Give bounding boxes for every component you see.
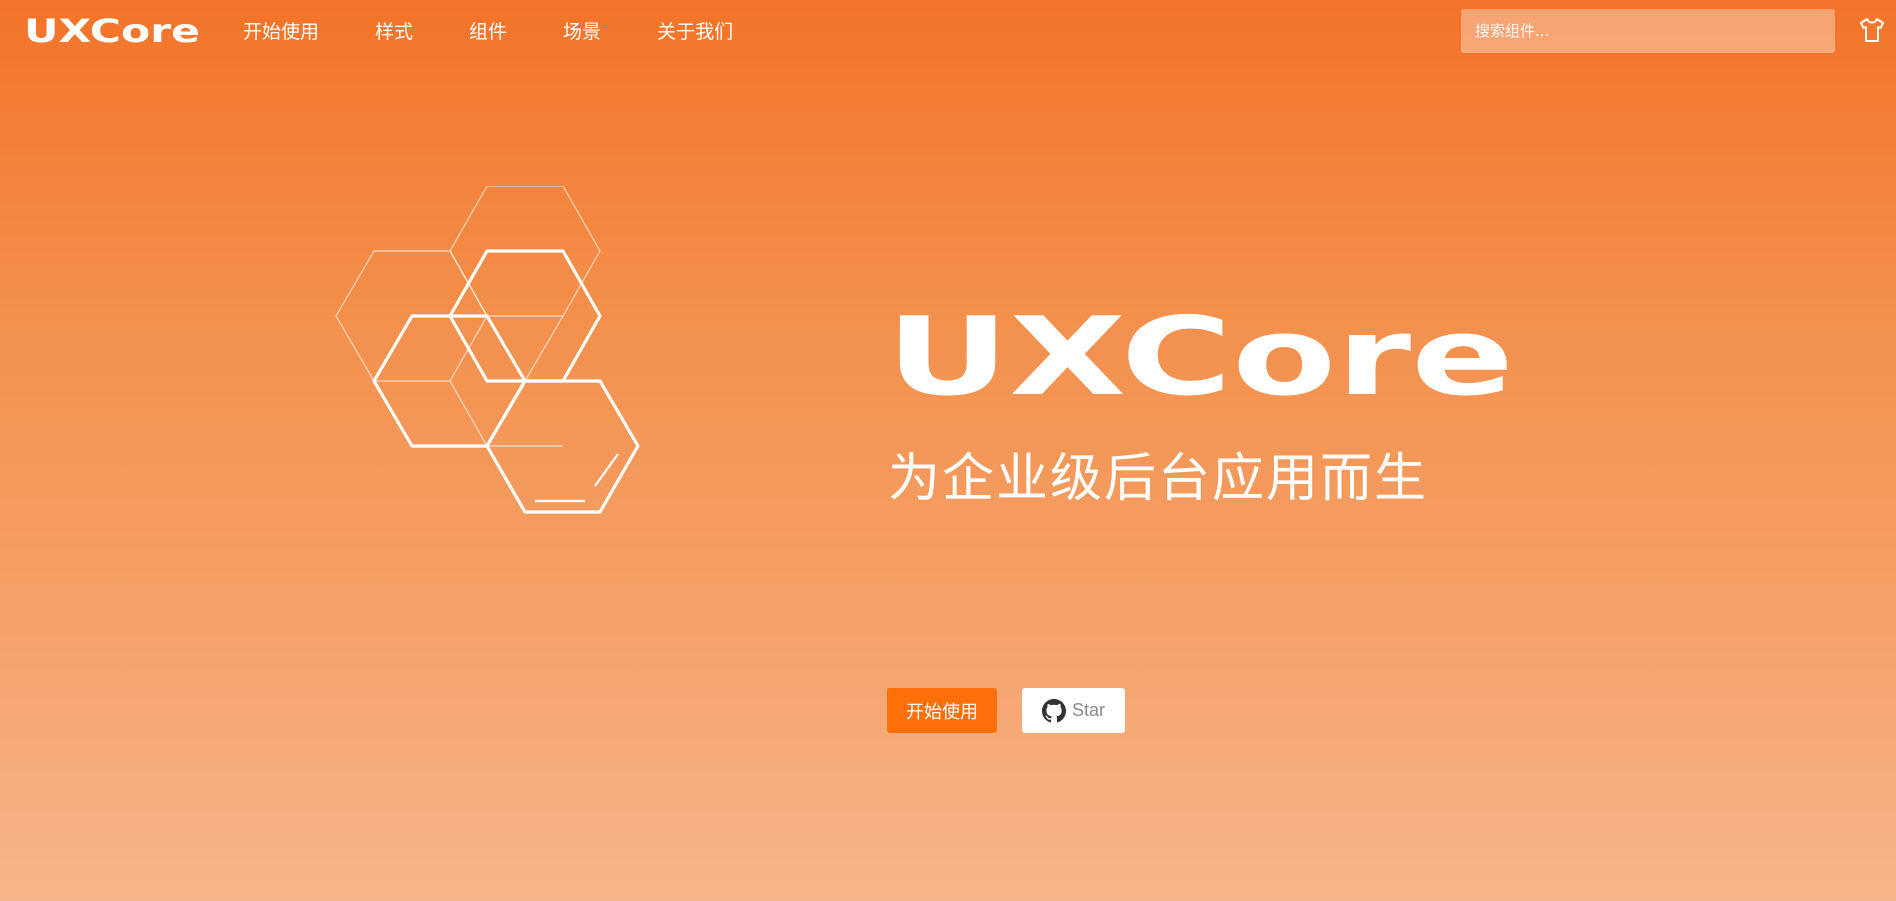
svg-text:UXCore: UXCore [24,16,200,44]
github-icon [1041,698,1066,722]
hero-tagline: 为企业级后台应用而生 [888,449,1429,509]
hexagon-illustration [335,186,640,514]
top-header: UXCore 开始使用 样式 组件 场景 关于我们 [0,0,1896,60]
search-input[interactable] [1461,9,1835,53]
uxcore-logo[interactable]: UXCore [24,16,200,44]
svg-text:UXCore: UXCore [886,310,1514,398]
github-star-button[interactable]: Star [1022,688,1125,733]
star-label: Star [1071,700,1105,720]
nav-item-about-us[interactable]: 关于我们 [657,17,733,44]
nav-item-styles[interactable]: 样式 [375,17,413,44]
get-started-button[interactable]: 开始使用 [887,688,997,733]
main-nav: 开始使用 样式 组件 场景 关于我们 [243,0,789,60]
nav-item-components[interactable]: 组件 [469,17,507,44]
hero-logo-title: UXCore [886,310,1514,398]
nav-item-scenarios[interactable]: 场景 [563,17,601,44]
tshirt-icon[interactable] [1858,16,1886,44]
nav-item-getting-started[interactable]: 开始使用 [243,17,319,44]
